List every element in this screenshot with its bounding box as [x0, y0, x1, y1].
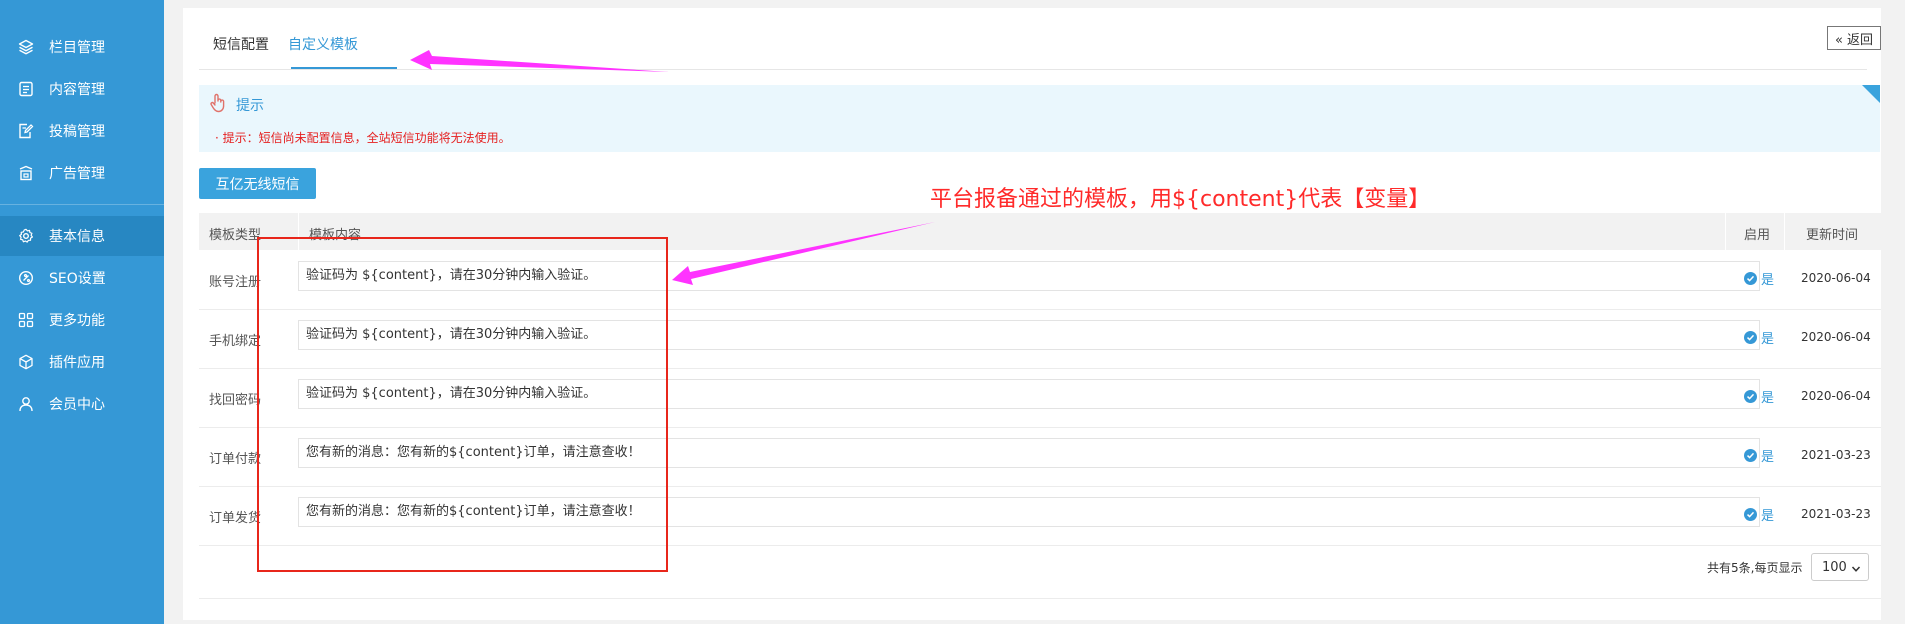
check-circle-icon	[1744, 449, 1757, 462]
header-template-type: 模板类型	[209, 228, 262, 243]
sidebar-item-basic-info[interactable]: 基本信息	[0, 216, 164, 256]
enabled-label: 是	[1761, 332, 1775, 347]
pager-summary: 共有5条,每页显示	[1707, 561, 1803, 575]
updated-date: 2020-06-04	[1801, 271, 1871, 285]
tip-message: · 提示：短信尚未配置信息，全站短信功能将无法使用。	[215, 131, 511, 145]
tab-custom-template[interactable]: 自定义模板	[288, 34, 358, 54]
updated-date: 2020-06-04	[1801, 330, 1871, 344]
enabled-toggle[interactable]: 是	[1744, 269, 1774, 288]
check-circle-icon	[1744, 331, 1757, 344]
sidebar-item-label: 更多功能	[49, 313, 105, 329]
sidebar-item-more-features[interactable]: 更多功能	[0, 300, 164, 340]
check-circle-icon	[1744, 508, 1757, 521]
tab-sms-config[interactable]: 短信配置	[213, 34, 269, 54]
sidebar-item-member-center[interactable]: 会员中心	[0, 384, 164, 424]
seo-icon	[18, 270, 34, 286]
annotation-highlight-box	[257, 237, 668, 572]
template-type: 账号注册	[209, 275, 262, 290]
enabled-label: 是	[1761, 450, 1775, 465]
updated-date: 2020-06-04	[1801, 389, 1871, 403]
sidebar-item-plugins[interactable]: 插件应用	[0, 342, 164, 382]
enabled-label: 是	[1761, 391, 1775, 406]
sidebar-divider	[0, 204, 164, 205]
sidebar-item-submission-management[interactable]: 投稿管理	[0, 111, 164, 151]
sidebar-item-content-management[interactable]: 内容管理	[0, 69, 164, 109]
updated-date: 2021-03-23	[1801, 507, 1871, 521]
check-circle-icon	[1744, 390, 1757, 403]
template-type: 找回密码	[209, 393, 262, 408]
tab-divider	[199, 69, 1867, 70]
back-button[interactable]: « 返回	[1827, 26, 1881, 50]
enabled-toggle[interactable]: 是	[1744, 387, 1774, 406]
header-separator	[1725, 213, 1726, 250]
edit-document-icon	[18, 123, 34, 139]
table-bottom-divider	[199, 598, 1881, 599]
chevron-down-icon	[1851, 563, 1861, 578]
enabled-toggle[interactable]: 是	[1744, 505, 1774, 524]
sms-provider-button[interactable]: 互亿无线短信	[199, 168, 316, 199]
tip-box: 提示 · 提示：短信尚未配置信息，全站短信功能将无法使用。	[199, 85, 1880, 152]
ad-icon	[18, 165, 34, 181]
sidebar-item-label: 插件应用	[49, 355, 105, 371]
hand-pointer-icon	[209, 93, 227, 113]
sidebar-item-label: 基本信息	[49, 229, 105, 245]
check-circle-icon	[1744, 272, 1757, 285]
sidebar-item-seo-settings[interactable]: SEO设置	[0, 258, 164, 298]
sidebar-item-label: 广告管理	[49, 166, 105, 182]
cube-icon	[18, 354, 34, 370]
page-size-value: 100	[1822, 559, 1847, 575]
page-size-select[interactable]: 100	[1811, 553, 1869, 581]
enabled-label: 是	[1761, 273, 1775, 288]
template-type: 订单付款	[209, 452, 262, 467]
tip-corner-flag	[1862, 85, 1880, 103]
template-type: 手机绑定	[209, 334, 262, 349]
sidebar-item-label: SEO设置	[49, 271, 106, 287]
document-icon	[18, 81, 34, 97]
enabled-label: 是	[1761, 509, 1775, 524]
sidebar-item-column-management[interactable]: 栏目管理	[0, 27, 164, 67]
gear-icon	[18, 228, 34, 244]
enabled-toggle[interactable]: 是	[1744, 328, 1774, 347]
annotation-text: 平台报备通过的模板，用${content}代表【变量】	[930, 187, 1431, 212]
tip-title: 提示	[236, 98, 264, 114]
template-type: 订单发货	[209, 511, 262, 526]
updated-date: 2021-03-23	[1801, 448, 1871, 462]
enabled-toggle[interactable]: 是	[1744, 446, 1774, 465]
header-updated: 更新时间	[1806, 228, 1859, 243]
grid-icon	[18, 312, 34, 328]
header-separator	[1784, 213, 1785, 250]
sidebar-item-label: 内容管理	[49, 82, 105, 98]
user-icon	[18, 396, 34, 412]
sidebar-item-ad-management[interactable]: 广告管理	[0, 153, 164, 193]
sidebar-item-label: 投稿管理	[49, 124, 105, 140]
sidebar-item-label: 栏目管理	[49, 40, 105, 56]
sidebar: 栏目管理 内容管理 投稿管理 广告管理 基本信息 SEO设置 更多功能 插件应用…	[0, 0, 164, 624]
sidebar-item-label: 会员中心	[49, 397, 105, 413]
header-enabled: 启用	[1744, 228, 1771, 243]
layers-icon	[18, 39, 34, 55]
